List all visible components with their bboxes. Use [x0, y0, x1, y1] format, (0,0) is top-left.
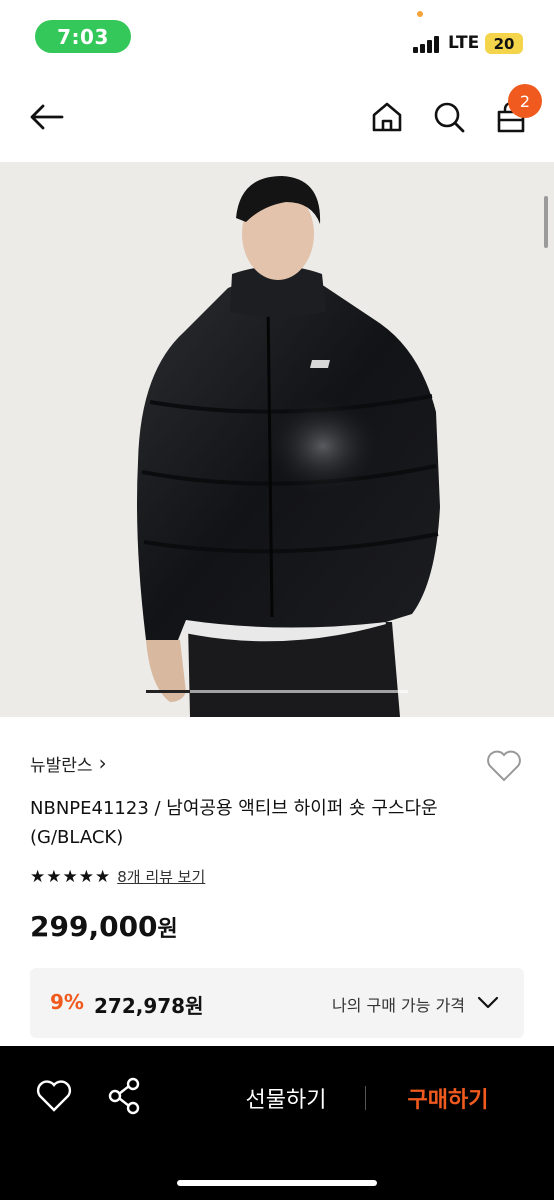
home-button[interactable] [364, 94, 410, 140]
bottom-action-bar: 선물하기 구매하기 [0, 1046, 554, 1200]
bottom-divider [365, 1086, 366, 1110]
network-type: LTE [448, 33, 480, 53]
signal-icon [413, 36, 443, 53]
page-scroll-indicator [544, 196, 548, 248]
heart-icon [36, 1080, 72, 1112]
status-time: 7:03 [35, 20, 131, 53]
camera-indicator [417, 11, 423, 17]
brand-name: 뉴발란스 [30, 756, 93, 776]
search-button[interactable] [426, 94, 472, 140]
wishlist-button[interactable] [484, 746, 524, 786]
my-price-dropdown[interactable]: 9% 272,978원 나의 구매 가능 가격 [30, 968, 524, 1038]
discount-price: 272,978원 [94, 994, 204, 1018]
price-value: 299,000 [30, 910, 158, 943]
back-arrow-icon [30, 104, 64, 130]
rating-stars: ★★★★★ [30, 866, 112, 887]
home-indicator [177, 1180, 377, 1186]
my-price-label: 나의 구매 가능 가격 [332, 996, 466, 1015]
cart-count-badge: 2 [508, 84, 542, 118]
chevron-down-icon [477, 996, 499, 1009]
chevron-right-icon: › [98, 751, 107, 775]
battery-icon: 20 [485, 33, 523, 54]
product-photo-jacket [137, 176, 440, 717]
search-icon [434, 102, 465, 133]
product-image[interactable] [0, 162, 554, 717]
review-link[interactable]: 8개 리뷰 보기 [117, 866, 205, 887]
buy-button[interactable]: 구매하기 [388, 1078, 508, 1118]
back-button[interactable] [24, 94, 70, 140]
discount-percent: 9% [50, 990, 84, 1014]
home-icon [372, 102, 402, 132]
bottom-wishlist-button[interactable] [34, 1076, 74, 1116]
top-nav [0, 76, 554, 162]
product-price: 299,000원 [30, 910, 178, 943]
gift-button[interactable]: 선물하기 [226, 1078, 346, 1118]
brand-link[interactable]: 뉴발란스 › [30, 751, 107, 776]
share-button[interactable] [104, 1076, 144, 1116]
rating-row: ★★★★★ 8개 리뷰 보기 [30, 866, 205, 887]
share-icon [108, 1077, 140, 1115]
price-unit: 원 [157, 917, 178, 942]
heart-icon [487, 750, 521, 782]
product-title: NBNPE41123 / 남여공용 액티브 하이퍼 숏 구스다운 (G/BLAC… [30, 798, 438, 848]
status-bar: 7:03 LTE 20 [0, 0, 554, 72]
image-pager-progress [146, 690, 190, 693]
